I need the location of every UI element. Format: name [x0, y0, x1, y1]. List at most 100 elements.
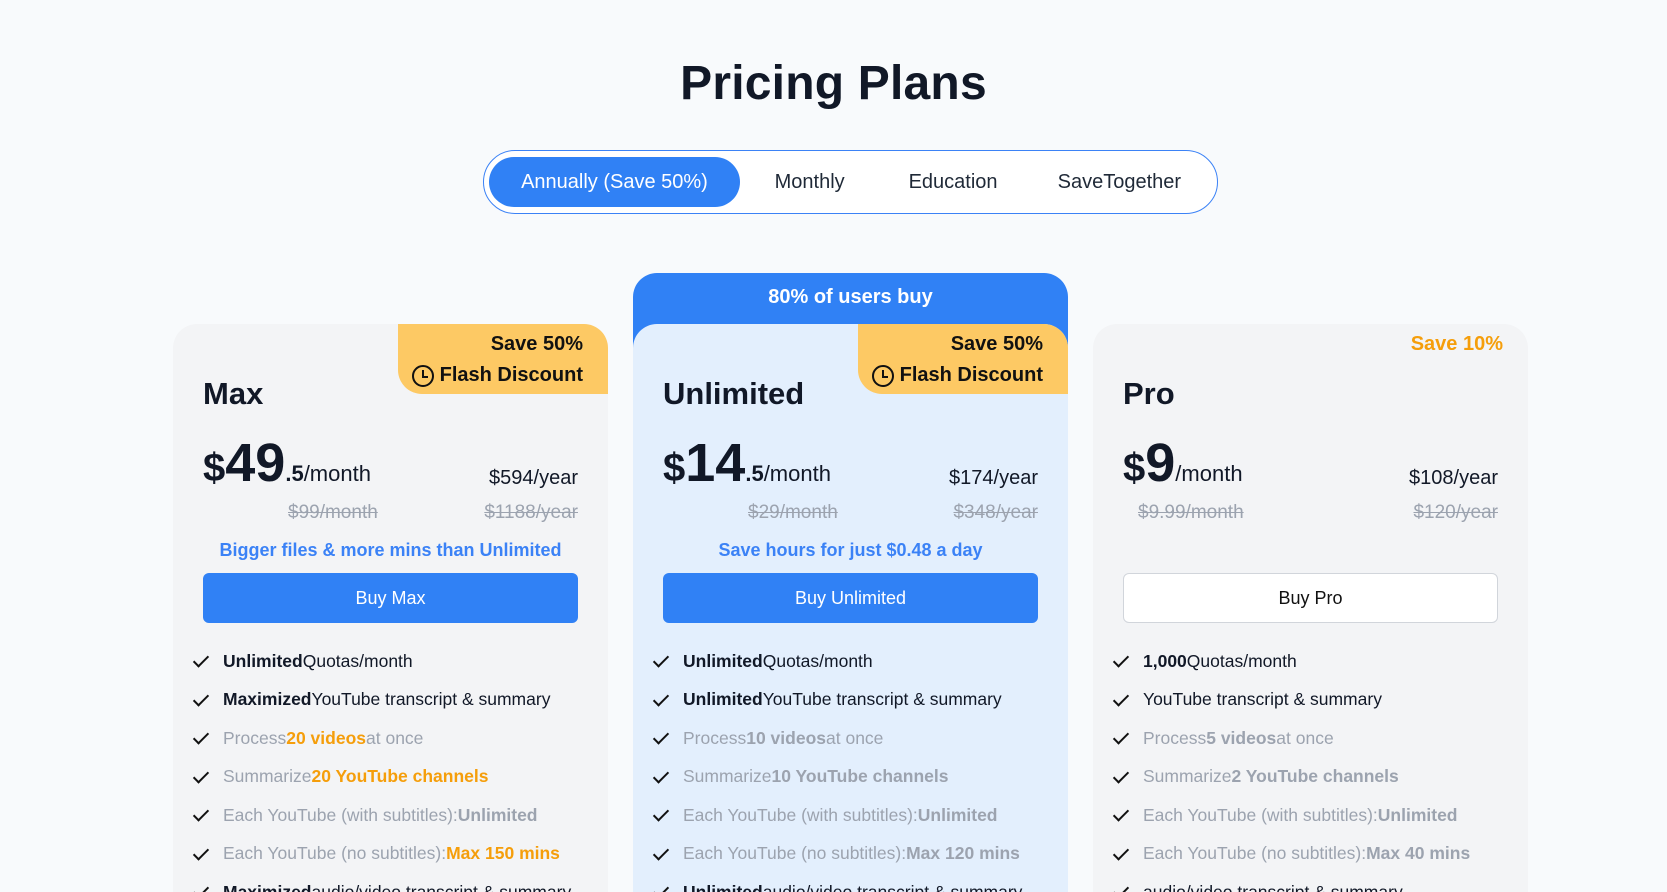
feature-highlight: 5 videos — [1206, 727, 1277, 748]
feature-item: Summarize 10 YouTube channels — [651, 758, 1058, 797]
price-row: $9/month $108/year — [1123, 432, 1498, 494]
feature-highlight: Max 40 mins — [1366, 843, 1471, 864]
price-currency: $ — [663, 446, 686, 490]
check-icon — [191, 844, 211, 864]
check-icon — [191, 767, 211, 787]
feature-item: Maximized audio/video transcript & summa… — [191, 873, 598, 892]
badge-flash-text: Flash Discount — [439, 364, 583, 386]
tab-monthly[interactable]: Monthly — [740, 157, 879, 207]
feature-item: Each YouTube (no subtitles): Max 150 min… — [191, 835, 598, 874]
tab-education[interactable]: Education — [879, 157, 1026, 207]
plan-tagline: Save hours for just $0.48 a day — [718, 540, 983, 560]
price-integer: 49 — [225, 433, 286, 493]
feature-item: Each YouTube (no subtitles): Max 120 min… — [651, 835, 1058, 874]
feature-text: Summarize — [683, 766, 772, 787]
feature-highlight: 10 videos — [746, 727, 826, 748]
feature-list: Unlimited Quotas/month Unlimited YouTube… — [651, 642, 1058, 892]
billing-period-tabs: Annually (Save 50%) Monthly Education Sa… — [483, 150, 1218, 214]
check-icon — [1111, 844, 1131, 864]
feature-item: Unlimited Quotas/month — [651, 642, 1058, 681]
check-icon — [1111, 882, 1131, 892]
feature-item: Summarize 20 YouTube channels — [191, 758, 598, 797]
price-period: /month — [1175, 461, 1243, 486]
plan-tagline: Bigger files & more mins than Unlimited — [219, 540, 562, 560]
price-period: /month — [303, 461, 371, 486]
price-integer: 14 — [685, 433, 746, 493]
clock-icon — [871, 364, 894, 387]
feature-text: Process — [683, 727, 747, 748]
original-price-row: $29/month $348/year — [663, 502, 1038, 528]
check-icon — [651, 844, 671, 864]
feature-item: Each YouTube (no subtitles): Max 40 mins — [1111, 835, 1518, 874]
buy-max-button[interactable]: Buy Max — [203, 573, 578, 623]
feature-text: Each YouTube (no subtitles): — [223, 843, 447, 864]
check-icon — [191, 805, 211, 825]
feature-highlight: 20 videos — [286, 727, 366, 748]
badge-save-text: Save 50% — [950, 333, 1043, 355]
check-icon — [651, 728, 671, 748]
original-price-row: $9.99/month $120/year — [1123, 502, 1498, 528]
check-icon — [191, 882, 211, 892]
feature-item: Unlimited YouTube transcript & summary — [651, 681, 1058, 720]
feature-item: Unlimited Quotas/month — [191, 642, 598, 681]
check-icon — [1111, 767, 1131, 787]
feature-item: YouTube transcript & summary — [1111, 681, 1518, 720]
check-icon — [651, 882, 671, 892]
price-row: $49.5/month $594/year — [203, 432, 578, 494]
price-main: $9/month — [1123, 432, 1243, 494]
feature-highlight: 2 YouTube channels — [1231, 766, 1399, 787]
price-year: $594/year — [489, 467, 578, 489]
price-decimal: .5 — [745, 461, 764, 486]
clock-icon — [411, 364, 434, 387]
feature-text: Each YouTube (with subtitles): — [683, 804, 918, 825]
buy-unlimited-button[interactable]: Buy Unlimited — [663, 573, 1038, 623]
price-row: $14.5/month $174/year — [663, 433, 1038, 494]
check-icon — [651, 805, 671, 825]
old-year-price: $1188/year — [484, 502, 578, 523]
badge-flash-row: Flash Discount — [398, 364, 583, 387]
feature-highlight: Unlimited — [917, 804, 998, 825]
feature-highlight: 20 YouTube channels — [311, 766, 489, 787]
feature-text: Each YouTube (no subtitles): — [683, 843, 907, 864]
check-icon — [651, 651, 671, 671]
price-period: /month — [763, 461, 831, 486]
buy-pro-button[interactable]: Buy Pro — [1123, 573, 1498, 623]
check-icon — [651, 690, 671, 710]
feature-highlight: Maximized — [223, 689, 312, 710]
feature-item: Summarize 2 YouTube channels — [1111, 758, 1518, 797]
price-main: $49.5/month — [203, 432, 371, 494]
tab-savetogether[interactable]: SaveTogether — [1027, 157, 1212, 207]
feature-text: Process — [1143, 727, 1207, 748]
check-icon — [651, 767, 671, 787]
feature-text: Quotas/month — [762, 650, 873, 671]
feature-highlight: Unlimited — [683, 689, 763, 710]
feature-text: Process — [223, 727, 287, 748]
price-decimal: .5 — [285, 461, 304, 486]
feature-highlight: Unlimited — [223, 650, 303, 671]
feature-text: Each YouTube (with subtitles): — [223, 804, 458, 825]
feature-highlight: Unlimited — [683, 650, 763, 671]
feature-text: YouTube transcript & summary — [311, 689, 551, 710]
badge-save-text: Save 50% — [490, 333, 583, 355]
plan-name: Unlimited — [663, 376, 805, 411]
plan-card-unlimited: 80% of users buy Save 50% Flash Discount… — [633, 273, 1068, 892]
feature-text: Quotas/month — [1186, 650, 1297, 671]
popular-banner: 80% of users buy — [768, 286, 933, 308]
save-badge: Save 10% — [1410, 333, 1503, 355]
feature-text: at once — [366, 727, 424, 748]
feature-item: Process 20 videos at once — [191, 719, 598, 758]
old-month-price: $99/month — [288, 502, 378, 523]
tab-annually[interactable]: Annually (Save 50%) — [489, 157, 740, 207]
check-icon — [1111, 690, 1131, 710]
feature-text: YouTube transcript & summary — [1143, 689, 1382, 710]
feature-text: audio/video transcript & summary — [311, 881, 572, 892]
check-icon — [1111, 728, 1131, 748]
feature-item: Process 5 videos at once — [1111, 719, 1518, 758]
feature-highlight: Maximized — [223, 881, 312, 892]
old-year-price: $120/year — [1413, 502, 1498, 523]
old-month-price: $29/month — [748, 502, 838, 523]
price-year: $108/year — [1409, 467, 1498, 489]
feature-text: Summarize — [223, 766, 312, 787]
plan-name: Max — [203, 376, 264, 411]
feature-text: Each YouTube (with subtitles): — [1143, 804, 1378, 825]
